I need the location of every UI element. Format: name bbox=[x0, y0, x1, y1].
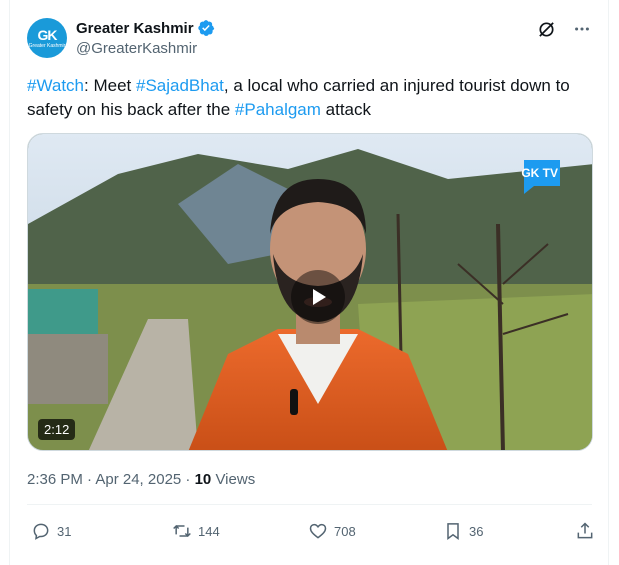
share-icon bbox=[577, 522, 593, 539]
more-options-icon[interactable] bbox=[572, 19, 592, 39]
tweet-text-segment: attack bbox=[320, 100, 372, 119]
grok-icon[interactable] bbox=[536, 19, 556, 39]
avatar-logo-text: GK bbox=[37, 27, 58, 43]
hashtag-watch[interactable]: #Watch bbox=[27, 76, 84, 95]
verified-badge-icon bbox=[197, 20, 214, 36]
tweet-card: GK Greater Kashmir Greater Kashmir @Grea… bbox=[9, 0, 609, 565]
avatar-logo-subtext: Greater Kashmir bbox=[28, 43, 66, 49]
tweet-text-segment: : Meet bbox=[84, 76, 136, 95]
tweet-header-actions bbox=[536, 19, 592, 39]
play-icon bbox=[313, 289, 326, 305]
tweet-text: #Watch: Meet #SajadBhat, a local who car… bbox=[27, 74, 597, 122]
account-name-row[interactable]: Greater Kashmir bbox=[76, 19, 215, 37]
bookmark-button[interactable]: 36 bbox=[443, 518, 483, 544]
account-name[interactable]: Greater Kashmir bbox=[76, 20, 194, 37]
tweet-timestamp[interactable]: 2:36 PM · Apr 24, 2025 · bbox=[27, 471, 195, 488]
tweet-meta: 2:36 PM · Apr 24, 2025 · 10 Views bbox=[27, 471, 255, 488]
hashtag-sajadbhat[interactable]: #SajadBhat bbox=[136, 76, 224, 95]
like-count: 708 bbox=[334, 523, 356, 539]
reply-icon bbox=[33, 523, 49, 540]
video-duration: 2:12 bbox=[38, 419, 76, 440]
divider bbox=[27, 504, 592, 505]
tweet-actions: 31 144 708 36 bbox=[27, 518, 593, 544]
hashtag-pahalgam[interactable]: #Pahalgam bbox=[235, 100, 321, 119]
video-player[interactable]: GK TV 2:12 bbox=[27, 133, 593, 451]
like-button[interactable]: 708 bbox=[308, 518, 356, 544]
account-handle[interactable]: @GreaterKashmir bbox=[76, 40, 197, 57]
views-label: Views bbox=[211, 471, 256, 488]
bookmark-icon bbox=[447, 523, 459, 540]
avatar[interactable]: GK Greater Kashmir bbox=[27, 18, 67, 58]
channel-watermark: GK TV bbox=[521, 166, 558, 180]
reply-button[interactable]: 31 bbox=[31, 518, 71, 544]
repost-icon bbox=[173, 524, 191, 538]
heart-icon bbox=[309, 523, 327, 539]
reply-count: 31 bbox=[57, 523, 72, 539]
views-count: 10 bbox=[194, 471, 212, 488]
repost-button[interactable]: 144 bbox=[172, 518, 220, 544]
bookmark-count: 36 bbox=[469, 523, 484, 539]
play-button[interactable] bbox=[291, 270, 345, 324]
repost-count: 144 bbox=[198, 523, 220, 539]
share-button[interactable] bbox=[575, 518, 595, 544]
